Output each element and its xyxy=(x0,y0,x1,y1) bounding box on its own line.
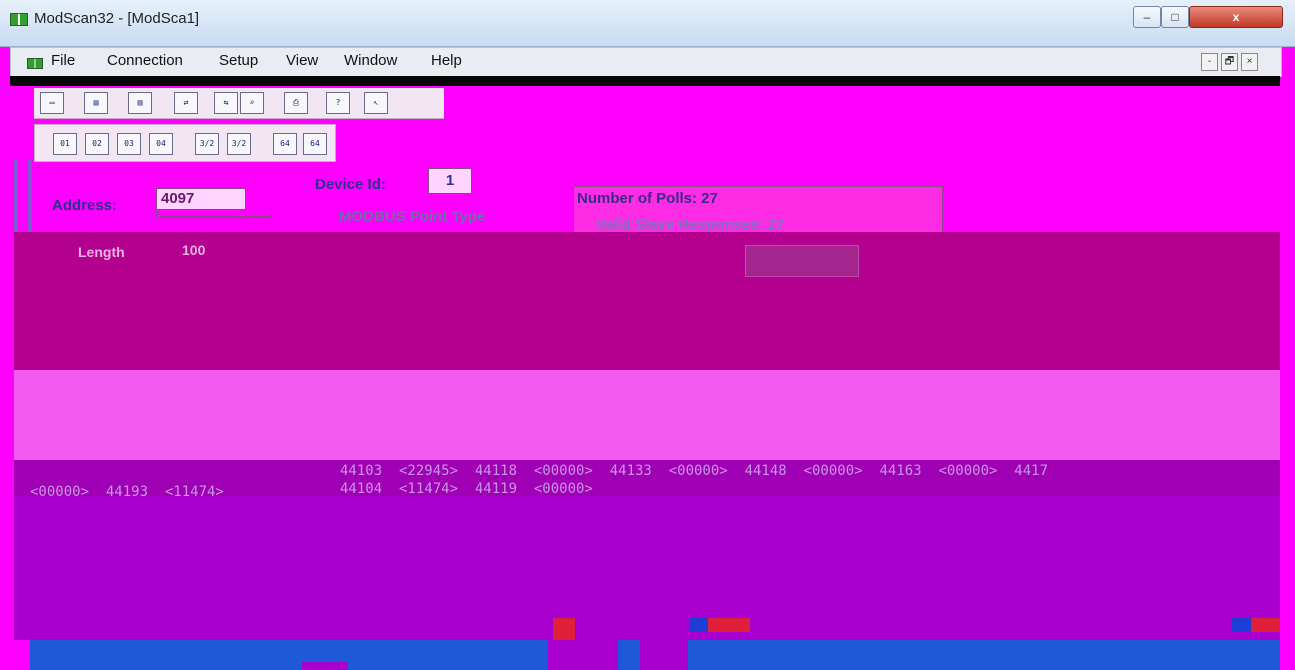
register-row: 44104 <11474> 44119 <00000> xyxy=(340,481,593,497)
format-button[interactable]: 64 xyxy=(273,133,297,155)
document-icon[interactable] xyxy=(27,58,43,69)
mdi-restore-button[interactable]: 🗗 xyxy=(1221,53,1238,71)
status-separator xyxy=(302,662,348,670)
valid-responses: Valid Slave Responses: 27 xyxy=(596,216,785,233)
reset-counters-button[interactable] xyxy=(745,245,859,277)
connect-icon[interactable]: ⇄ xyxy=(174,92,198,114)
number-of-polls: Number of Polls: 27 xyxy=(577,190,718,207)
menu-file[interactable]: File xyxy=(51,52,75,69)
format-button[interactable]: 3/2 xyxy=(227,133,251,155)
address-input[interactable]: 4097 xyxy=(156,188,246,210)
menu-connection[interactable]: Connection xyxy=(107,52,183,69)
context-help-icon[interactable]: ↖ xyxy=(364,92,388,114)
status-separator xyxy=(548,640,618,670)
register-row: 44103 <22945> 44118 <00000> 44133 <00000… xyxy=(340,463,1049,479)
menu-help[interactable]: Help xyxy=(431,52,462,69)
zoom-icon[interactable]: ⌕ xyxy=(240,92,264,114)
app-icon xyxy=(10,13,28,26)
format-button[interactable]: 02 xyxy=(85,133,109,155)
new-icon[interactable]: ▭ xyxy=(40,92,64,114)
format-button[interactable]: 3/2 xyxy=(195,133,219,155)
save-icon[interactable]: ▥ xyxy=(128,92,152,114)
length-label: Length xyxy=(78,244,125,260)
format-button[interactable]: 64 xyxy=(303,133,327,155)
main-toolbar: ▭ ▤ ▥ ⇄ ⇆ ⌕ ⎙ ? ↖ xyxy=(34,88,444,119)
register-header-area xyxy=(14,370,1280,460)
menu-window[interactable]: Window xyxy=(344,52,397,69)
close-button[interactable]: x xyxy=(1189,6,1283,28)
print-icon[interactable]: ⎙ xyxy=(284,92,308,114)
address-label: Address: xyxy=(52,197,118,214)
length-input[interactable]: 100 xyxy=(182,242,205,258)
open-icon[interactable]: ▤ xyxy=(84,92,108,114)
device-id-input[interactable]: 1 xyxy=(428,168,472,194)
toolbar-strip xyxy=(10,76,1280,86)
status-indicator xyxy=(1232,618,1280,632)
address-field-border xyxy=(156,208,272,217)
format-button[interactable]: 01 xyxy=(53,133,77,155)
mdi-close-button[interactable]: × xyxy=(1241,53,1258,71)
status-indicator xyxy=(690,618,750,632)
minimize-button[interactable]: – xyxy=(1133,6,1161,28)
mdi-minimize-button[interactable]: - xyxy=(1201,53,1218,71)
status-separator xyxy=(640,640,688,670)
format-toolbar: 01 02 03 04 3/2 3/2 64 64 xyxy=(34,124,336,162)
menu-bar: File Connection Setup View Window Help -… xyxy=(10,47,1282,77)
maximize-button[interactable]: □ xyxy=(1161,6,1189,28)
menu-view[interactable]: View xyxy=(286,52,318,69)
device-id-label: Device Id: xyxy=(315,176,386,193)
format-button[interactable]: 03 xyxy=(117,133,141,155)
status-segment xyxy=(620,640,640,662)
point-type-label: MODBUS Point Type xyxy=(339,208,486,225)
format-button[interactable]: 04 xyxy=(149,133,173,155)
title-bar: ModScan32 - [ModSca1] – □ x xyxy=(0,0,1295,47)
register-grid-lower xyxy=(14,496,1280,640)
status-indicator xyxy=(553,618,575,640)
window-title: ModScan32 - [ModSca1] xyxy=(34,10,200,27)
help-icon[interactable]: ? xyxy=(326,92,350,114)
menu-setup[interactable]: Setup xyxy=(219,52,258,69)
disconnect-icon[interactable]: ⇆ xyxy=(214,92,238,114)
